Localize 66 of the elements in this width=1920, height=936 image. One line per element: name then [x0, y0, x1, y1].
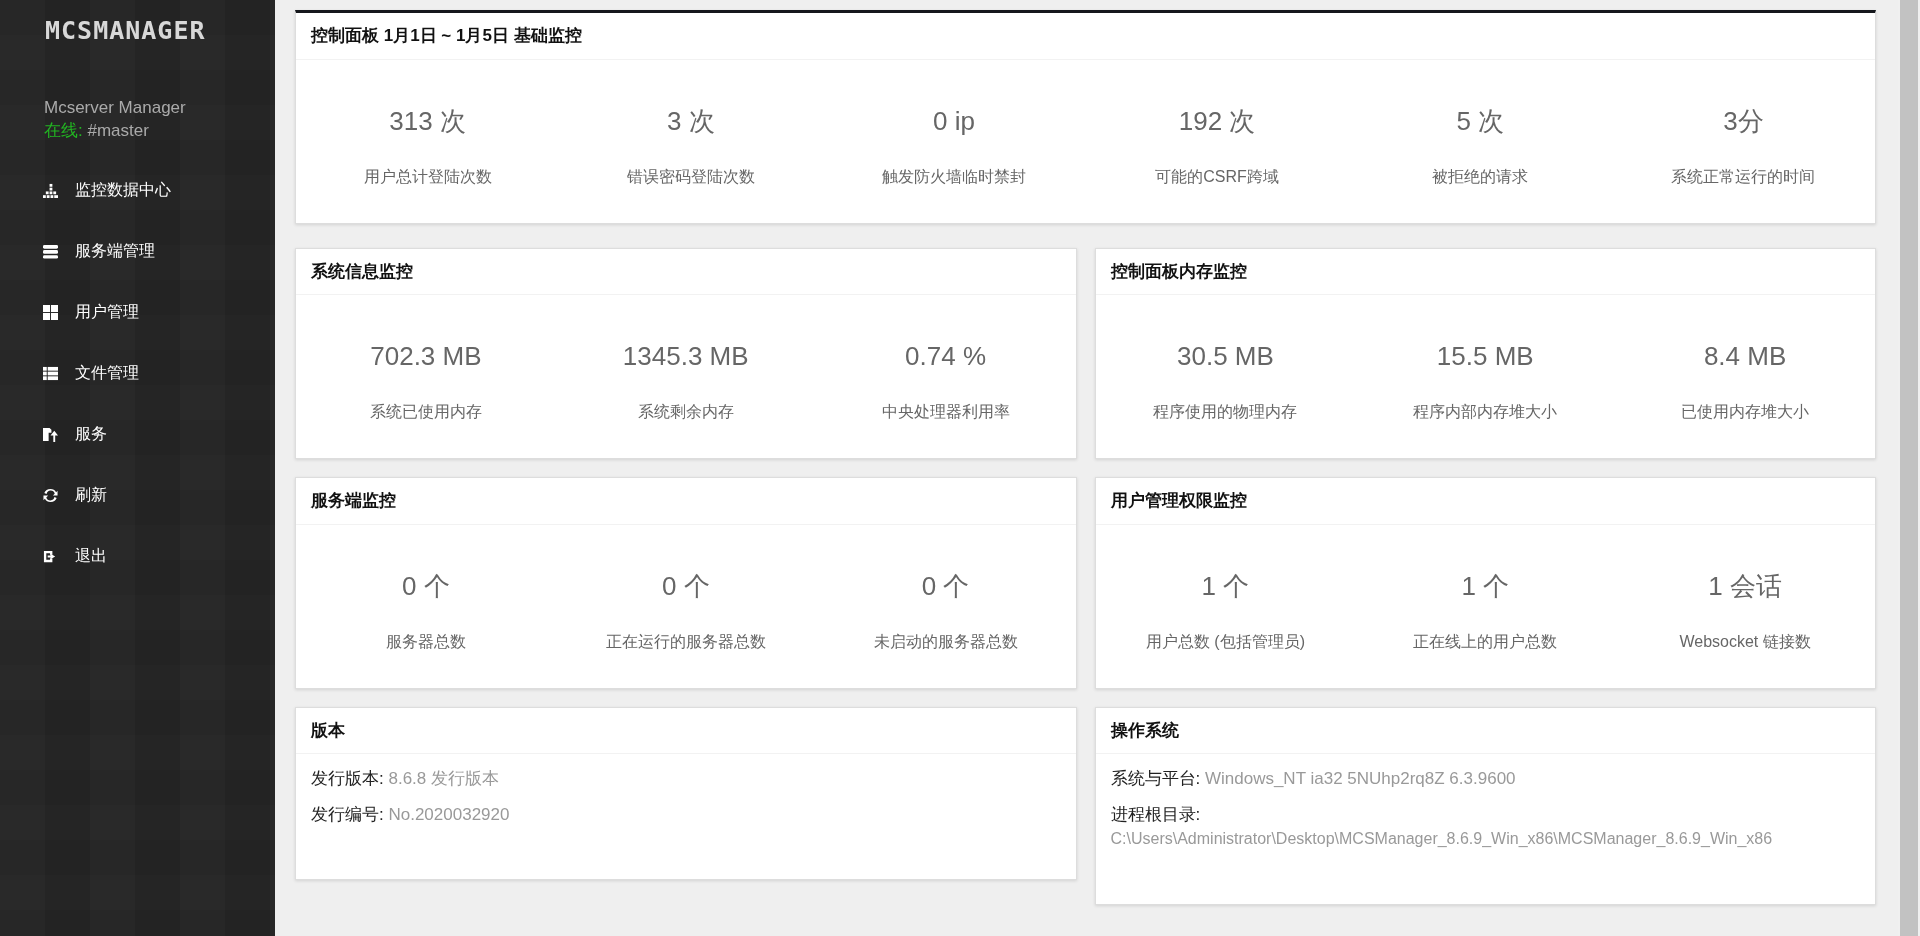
- stat-label: 正在运行的服务器总数: [605, 632, 766, 650]
- stat-label: 正在线上的用户总数: [1413, 632, 1558, 650]
- panel-title: 版本: [296, 707, 1076, 754]
- bar-chart-icon: [43, 182, 58, 198]
- refresh-icon: [43, 487, 58, 503]
- stat-label: 程序内部内存堆大小: [1413, 403, 1558, 420]
- stat-value: 1 个: [1201, 570, 1250, 601]
- stat-value: 313 次: [389, 105, 466, 136]
- stat-value: 1 个: [1461, 570, 1510, 601]
- sidebar-item[interactable]: 服务: [0, 403, 275, 465]
- stat-label: 中央处理器利用率: [881, 403, 1010, 420]
- sidebar-item[interactable]: 刷新: [0, 464, 275, 526]
- sidebar-item[interactable]: 退出: [0, 525, 275, 587]
- stat-value: 8.4 MB: [1703, 341, 1787, 371]
- stat-value: 1 会话: [1708, 570, 1782, 601]
- stat-label: 错误密码登陆次数: [626, 167, 755, 185]
- stat-value: 702.3 MB: [370, 341, 482, 371]
- stat-label: 未启动的服务器总数: [873, 632, 1018, 650]
- list-icon: [43, 365, 58, 381]
- stat-label: 已使用内存堆大小: [1681, 403, 1810, 420]
- panel-title: 用户管理权限监控: [1095, 478, 1875, 525]
- panel-title: 控制面板 1月1日 ~ 1月5日 基础监控: [296, 13, 1875, 60]
- username: #master: [87, 120, 149, 140]
- panel-title: 服务端监控: [296, 478, 1076, 525]
- status-label: 在线:: [44, 120, 83, 140]
- info-label: 进程根目录:: [1110, 803, 1202, 826]
- panel-title: 操作系统: [1095, 707, 1875, 754]
- stat-label: 系统正常运行的时间: [1671, 167, 1816, 185]
- stat-label: 用户总计登陆次数: [363, 167, 492, 185]
- stat-label: 用户总数 (包括管理员): [1145, 632, 1305, 650]
- stat-value: 0 个: [661, 570, 710, 601]
- stat-value: 15.5 MB: [1436, 341, 1534, 371]
- info-line: 发行编号: No.2020032920: [311, 803, 511, 826]
- sidebar-item[interactable]: 文件管理: [0, 342, 275, 404]
- info-value: C:\Users\Administrator\Desktop\MCSManager_8.6.9_Win_x86\MCSManager_8.6.9_Win_x86: [1110, 829, 1774, 849]
- stat-label: 程序使用的物理内存: [1153, 403, 1298, 420]
- stat-label: 触发防火墙临时禁封: [881, 167, 1026, 185]
- app-name: Mcserver Manager: [44, 96, 187, 119]
- stat-value: 0 ip: [932, 105, 975, 136]
- logo: MCSMANAGER: [44, 15, 207, 47]
- stat-value: 1345.3 MB: [622, 341, 749, 371]
- stat-value: 0.74 %: [905, 341, 987, 371]
- sidebar-item[interactable]: 服务端管理: [0, 220, 275, 282]
- stat-label: Websocket 链接数: [1679, 632, 1811, 650]
- panel-title: 控制面板内存监控: [1095, 248, 1875, 295]
- stat-label: 系统剩余内存: [637, 403, 734, 420]
- stat-label: 被拒绝的请求: [1432, 167, 1529, 185]
- exit-icon: [43, 548, 58, 564]
- upload-icon: [43, 426, 58, 442]
- grid-icon: [43, 304, 58, 320]
- panel-title: 系统信息监控: [296, 248, 1076, 295]
- stat-value: 3 次: [666, 105, 715, 136]
- stat-value: 5 次: [1456, 105, 1505, 136]
- stat-value: 192 次: [1178, 105, 1256, 136]
- info-line: 系统与平台: Windows_NT ia32 5NUhp2rq8Z 6.3.9600: [1110, 768, 1517, 790]
- sidebar-item[interactable]: 用户管理: [0, 281, 275, 343]
- info-line: 发行版本: 8.6.8 发行版本: [311, 768, 500, 790]
- stat-value: 3分: [1723, 105, 1764, 136]
- stat-label: 系统已使用内存: [369, 403, 482, 420]
- stat-value: 0 个: [921, 570, 970, 601]
- stat-value: 0 个: [402, 570, 450, 601]
- server-icon: [43, 243, 58, 259]
- sidebar-item[interactable]: 监控数据中心: [0, 159, 275, 221]
- stat-label: 可能的CSRF跨域: [1155, 167, 1279, 185]
- stat-value: 30.5 MB: [1177, 341, 1274, 371]
- stat-label: 服务器总数: [385, 632, 466, 650]
